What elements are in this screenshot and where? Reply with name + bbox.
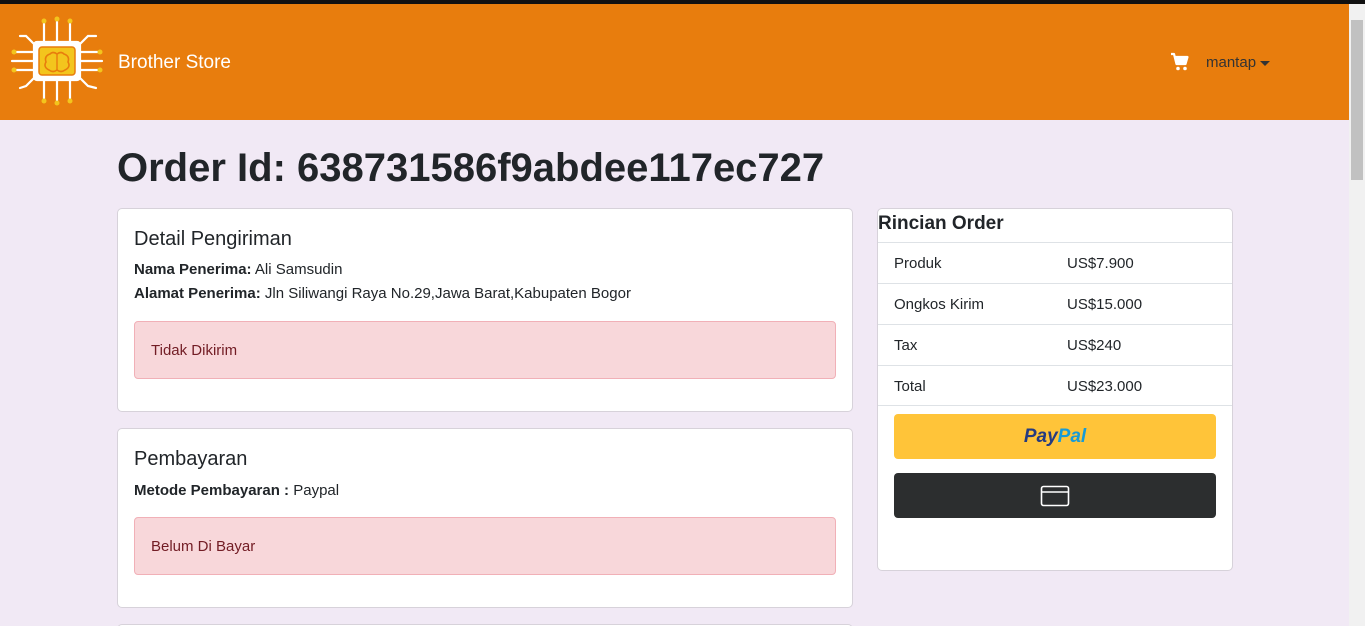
- summary-row-label: Tax: [894, 337, 918, 354]
- payment-status-text: Belum Di Bayar: [151, 537, 256, 555]
- payment-method-label: Metode Pembayaran :: [134, 482, 290, 499]
- recipient-label: Nama Penerima:: [134, 261, 252, 278]
- summary-row-label: Total: [894, 378, 926, 395]
- summary-row: Produk US$7.900: [878, 242, 1232, 283]
- shopping-cart-icon[interactable]: [1170, 52, 1190, 72]
- summary-row: Tax US$240: [878, 324, 1232, 365]
- payment-status-alert: Belum Di Bayar: [134, 517, 836, 575]
- summary-row-value: US$15.000: [1067, 296, 1143, 313]
- paypal-logo-pal: Pal: [1057, 425, 1087, 447]
- summary-row-label: Ongkos Kirim: [894, 296, 985, 313]
- page-title: Order Id: 638731586f9abdee117ec727: [117, 146, 825, 190]
- address-line: Alamat Penerima: Jln Siliwangi Raya No.2…: [134, 285, 631, 302]
- navbar: Brother Store mantap: [0, 4, 1349, 120]
- payment-method-value: Paypal: [293, 482, 340, 499]
- address-label: Alamat Penerima:: [134, 285, 261, 302]
- page-scrollbar[interactable]: [1349, 4, 1365, 626]
- summary-row-value: US$7.900: [1067, 255, 1134, 272]
- summary-row-value: US$23.000: [1067, 378, 1143, 395]
- order-summary-heading: Rincian Order: [878, 213, 1004, 234]
- shipping-card: Detail Pengiriman Nama Penerima: Ali Sam…: [117, 208, 853, 412]
- payment-card: Pembayaran Metode Pembayaran : Paypal Be…: [117, 428, 853, 608]
- paypal-button[interactable]: Pay Pal: [894, 414, 1216, 459]
- payment-method-line: Metode Pembayaran : Paypal: [134, 482, 339, 499]
- shipping-status-alert: Tidak Dikirim: [134, 321, 836, 379]
- order-summary-card: Rincian Order Produk US$7.900 Ongkos Kir…: [877, 208, 1233, 571]
- caret-down-icon: [1260, 61, 1271, 66]
- summary-row: Total US$23.000: [878, 365, 1232, 406]
- recipient-line: Nama Penerima: Ali Samsudin: [134, 261, 342, 278]
- debit-credit-card-button[interactable]: [894, 473, 1216, 518]
- summary-row-label: Produk: [894, 255, 942, 272]
- summary-row: Ongkos Kirim US$15.000: [878, 283, 1232, 324]
- shipping-heading: Detail Pengiriman: [134, 228, 292, 250]
- payment-heading: Pembayaran: [134, 448, 248, 470]
- paypal-logo-pay: Pay: [1023, 425, 1058, 447]
- recipient-value: Ali Samsudin: [254, 261, 343, 278]
- scrollbar-thumb[interactable]: [1351, 20, 1363, 180]
- summary-row-value: US$240: [1067, 337, 1122, 354]
- address-value: Jln Siliwangi Raya No.29,Jawa Barat,Kabu…: [264, 285, 631, 302]
- brain-chip-logo-icon[interactable]: [10, 16, 104, 106]
- user-menu-label: mantap: [1206, 54, 1257, 71]
- credit-card-icon: [1040, 485, 1070, 506]
- shipping-status-text: Tidak Dikirim: [151, 341, 238, 359]
- brand-name[interactable]: Brother Store: [118, 52, 231, 74]
- user-menu-dropdown[interactable]: mantap: [1206, 54, 1271, 71]
